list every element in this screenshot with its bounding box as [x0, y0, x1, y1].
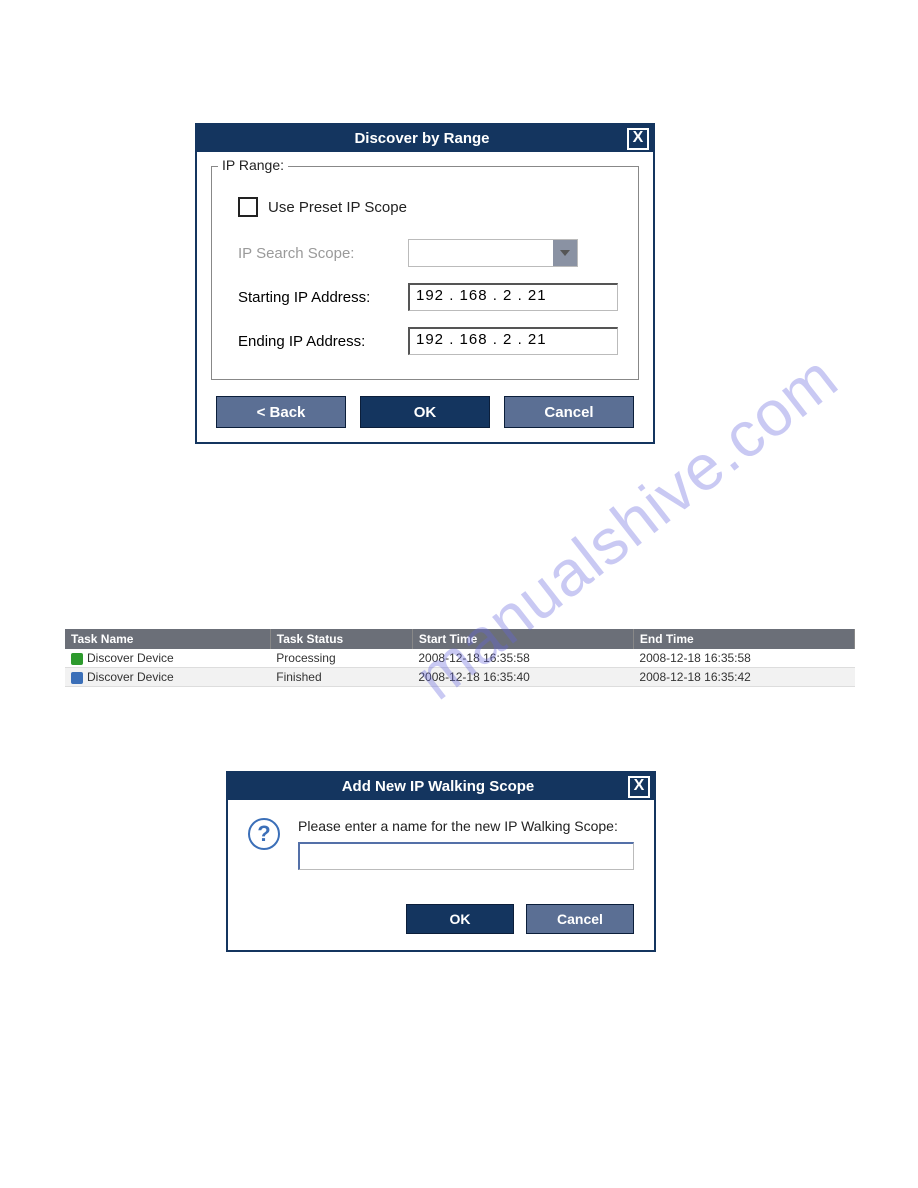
- cell-status: Finished: [270, 668, 412, 687]
- use-preset-row: Use Preset IP Scope: [238, 197, 622, 217]
- dialog-body: ? Please enter a name for the new IP Wal…: [228, 800, 654, 880]
- starting-ip-row: Starting IP Address: 192 . 168 . 2 . 21: [238, 283, 622, 311]
- task-status-table: Task Name Task Status Start Time End Tim…: [65, 629, 855, 687]
- search-scope-row: IP Search Scope:: [238, 239, 622, 267]
- prompt-text: Please enter a name for the new IP Walki…: [298, 818, 634, 834]
- cancel-button[interactable]: Cancel: [526, 904, 634, 934]
- col-task-status: Task Status: [270, 629, 412, 649]
- starting-ip-input[interactable]: 192 . 168 . 2 . 21: [408, 283, 618, 311]
- search-scope-label: IP Search Scope:: [238, 245, 408, 262]
- dialog-title: Add New IP Walking Scope: [228, 778, 648, 795]
- cell-name: Discover Device: [87, 651, 174, 665]
- use-preset-checkbox[interactable]: [238, 197, 258, 217]
- dialog-button-row: OK Cancel: [228, 880, 654, 950]
- table-row[interactable]: Discover Device Finished 2008-12-18 16:3…: [65, 668, 855, 687]
- starting-ip-label: Starting IP Address:: [238, 289, 408, 306]
- ip-range-fieldset: IP Range: Use Preset IP Scope IP Search …: [211, 166, 639, 380]
- cancel-button[interactable]: Cancel: [504, 396, 634, 428]
- cell-start: 2008-12-18 16:35:58: [412, 649, 633, 668]
- cell-start: 2008-12-18 16:35:40: [412, 668, 633, 687]
- col-start-time: Start Time: [412, 629, 633, 649]
- ending-ip-input[interactable]: 192 . 168 . 2 . 21: [408, 327, 618, 355]
- prompt-row: ? Please enter a name for the new IP Wal…: [248, 818, 634, 870]
- status-icon: [71, 653, 83, 665]
- dialog-titlebar: Add New IP Walking Scope X: [228, 773, 654, 800]
- ending-ip-row: Ending IP Address: 192 . 168 . 2 . 21: [238, 327, 622, 355]
- question-icon: ?: [248, 818, 280, 850]
- scope-name-input[interactable]: [298, 842, 634, 870]
- close-button[interactable]: X: [628, 776, 650, 798]
- cell-end: 2008-12-18 16:35:42: [633, 668, 854, 687]
- dialog-titlebar: Discover by Range X: [197, 125, 653, 152]
- search-scope-dropdown[interactable]: [408, 239, 578, 267]
- dropdown-value: [409, 240, 553, 266]
- ending-ip-label: Ending IP Address:: [238, 333, 408, 350]
- fieldset-legend: IP Range:: [218, 157, 288, 173]
- prompt-column: Please enter a name for the new IP Walki…: [298, 818, 634, 870]
- table-header-row: Task Name Task Status Start Time End Tim…: [65, 629, 855, 649]
- dropdown-arrow-button[interactable]: [553, 240, 577, 266]
- back-button[interactable]: < Back: [216, 396, 346, 428]
- status-icon: [71, 672, 83, 684]
- use-preset-label: Use Preset IP Scope: [268, 199, 407, 216]
- cell-end: 2008-12-18 16:35:58: [633, 649, 854, 668]
- chevron-down-icon: [560, 250, 570, 256]
- table-row[interactable]: Discover Device Processing 2008-12-18 16…: [65, 649, 855, 668]
- close-button[interactable]: X: [627, 128, 649, 150]
- discover-by-range-dialog: Discover by Range X IP Range: Use Preset…: [195, 123, 655, 444]
- add-ip-walking-scope-dialog: Add New IP Walking Scope X ? Please ente…: [226, 771, 656, 952]
- ok-button[interactable]: OK: [360, 396, 490, 428]
- dialog-button-row: < Back OK Cancel: [197, 388, 653, 442]
- col-task-name: Task Name: [65, 629, 270, 649]
- cell-name: Discover Device: [87, 670, 174, 684]
- ok-button[interactable]: OK: [406, 904, 514, 934]
- dialog-title: Discover by Range: [197, 130, 647, 147]
- col-end-time: End Time: [633, 629, 854, 649]
- cell-status: Processing: [270, 649, 412, 668]
